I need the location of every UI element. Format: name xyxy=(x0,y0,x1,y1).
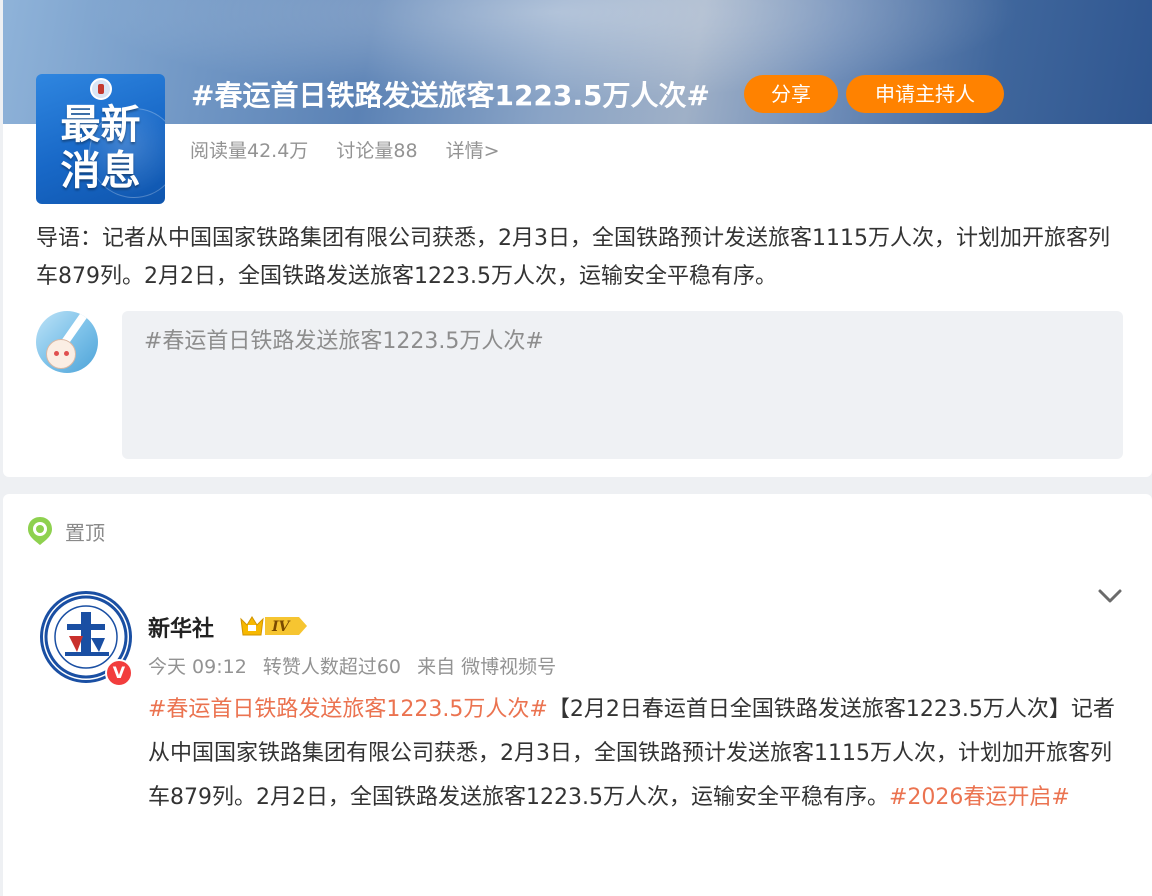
post-body: #春运首日铁路发送旅客1223.5万人次#【2月2日春运首日全国铁路发送旅客12… xyxy=(148,688,1123,820)
news-emblem-icon xyxy=(90,78,112,100)
post-time[interactable]: 今天 09:12 xyxy=(148,656,247,678)
topic-intro: 导语：记者从中国国家铁路集团有限公司获悉，2月3日，全国铁路预计发送旅客1115… xyxy=(36,226,1110,289)
user-avatar[interactable] xyxy=(36,311,98,373)
topic-title: #春运首日铁路发送旅客1223.5万人次# xyxy=(191,79,710,112)
topic-tag-link[interactable]: #2026春运开启# xyxy=(889,785,1070,810)
chevron-down-icon[interactable] xyxy=(1095,584,1125,608)
topic-stats: 阅读量42.4万 讨论量88 详情> xyxy=(190,136,522,163)
crown-level-badge-icon[interactable]: IV xyxy=(239,613,309,639)
pin-icon xyxy=(28,517,52,545)
level-badge-text: IV xyxy=(271,619,292,635)
discussion-count: 讨论量88 xyxy=(336,140,418,162)
avatar-face-graphic xyxy=(46,339,76,369)
topic-card: 最新 消息 #春运首日铁路发送旅客1223.5万人次# 分享 申请主持人 阅读量… xyxy=(3,0,1152,477)
post-source[interactable]: 来自 微博视频号 xyxy=(417,656,556,678)
read-count: 阅读量42.4万 xyxy=(190,140,309,162)
post-composer-input[interactable]: #春运首日铁路发送旅客1223.5万人次# xyxy=(122,311,1123,459)
cover-text-line2: 消息 xyxy=(60,148,141,194)
apply-host-button[interactable]: 申请主持人 xyxy=(846,75,1004,113)
share-button[interactable]: 分享 xyxy=(744,75,838,113)
topic-cover-image: 最新 消息 xyxy=(36,74,165,204)
feed-card: 置顶 V 新华社 IV 今天 09:12 转赞人数超过60 来自 微博视频号 #… xyxy=(3,494,1152,896)
cover-text: 最新 消息 xyxy=(36,102,165,194)
details-link[interactable]: 详情> xyxy=(446,140,500,162)
pinned-label: 置顶 xyxy=(65,521,105,545)
verified-badge: V xyxy=(105,659,133,687)
topic-tag-link[interactable]: #春运首日铁路发送旅客1223.5万人次# xyxy=(148,697,548,722)
cover-text-line1: 最新 xyxy=(60,102,141,148)
post-meta: 今天 09:12 转赞人数超过60 来自 微博视频号 xyxy=(148,652,566,679)
reposts-note: 转赞人数超过60 xyxy=(262,656,402,678)
author-name[interactable]: 新华社 xyxy=(148,611,214,643)
